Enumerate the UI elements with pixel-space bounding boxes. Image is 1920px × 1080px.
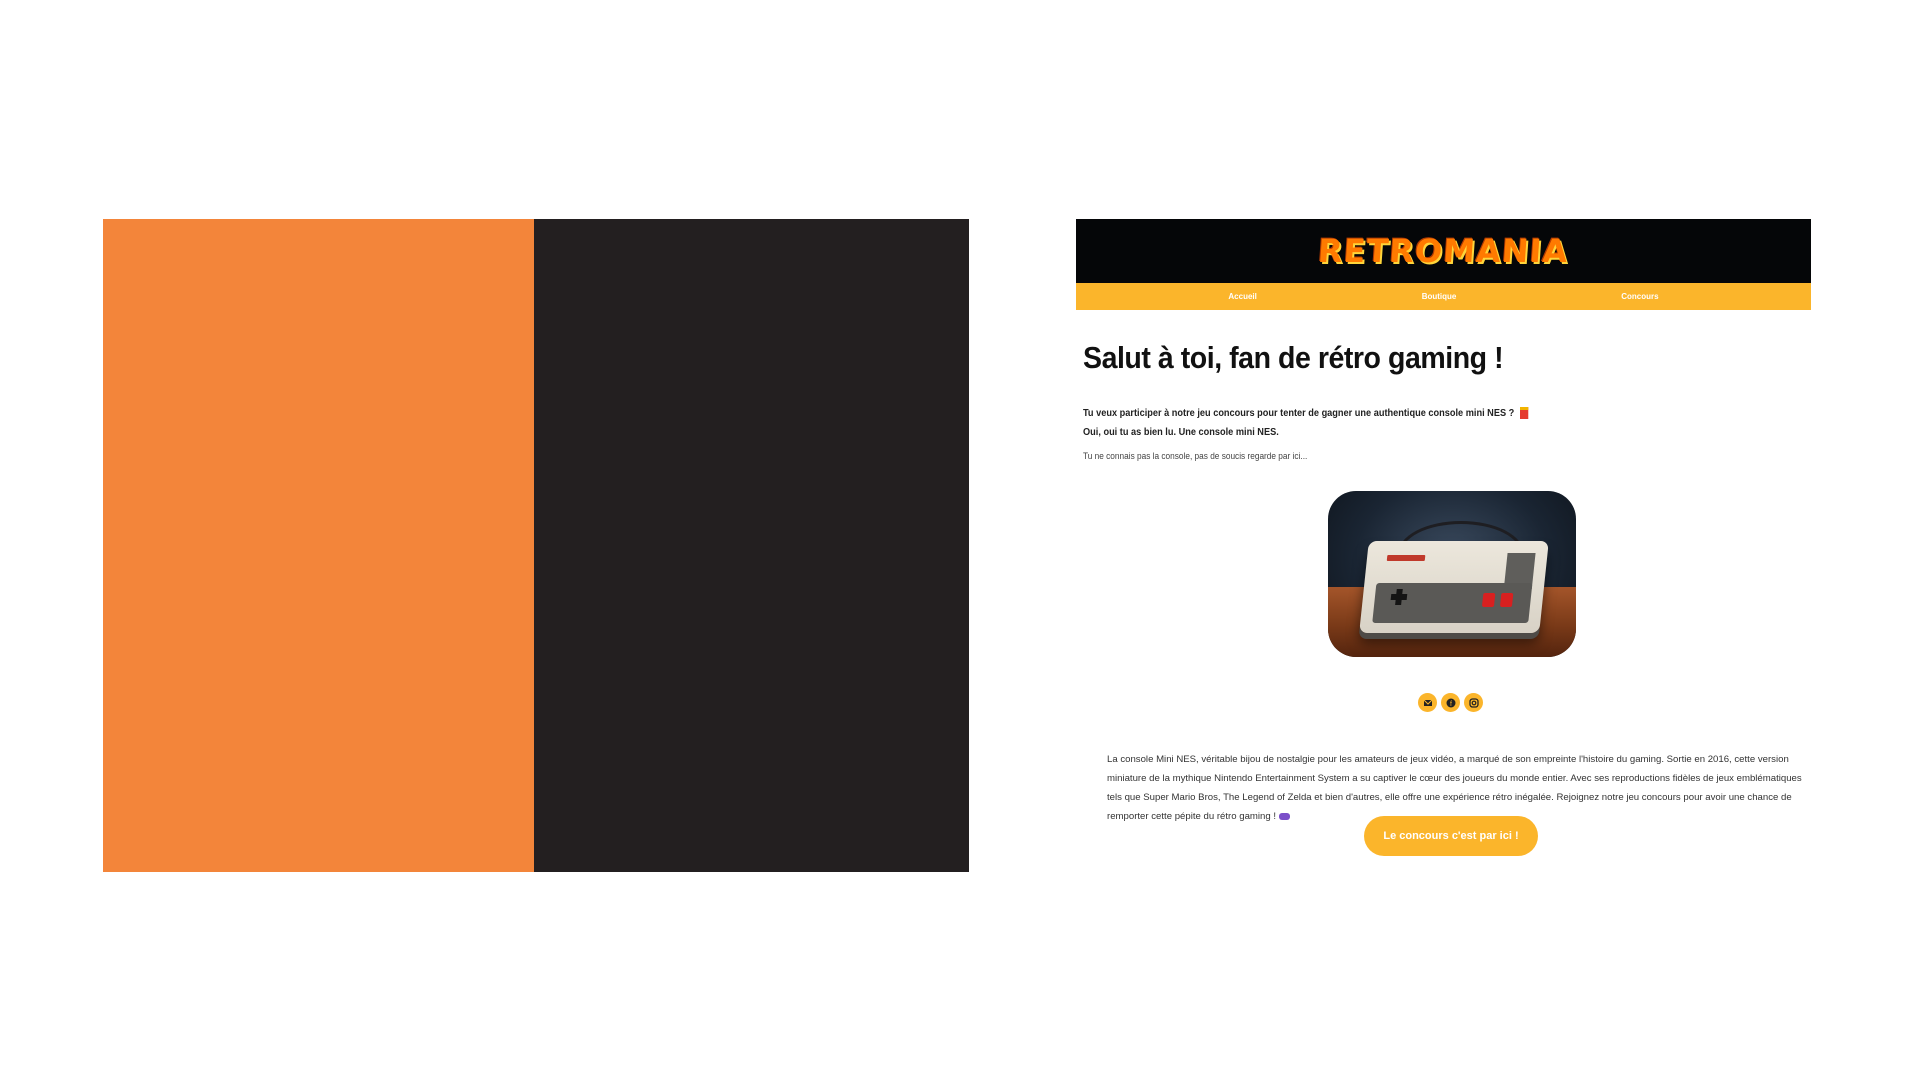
presentation-canvas: RETROMANIA Accueil Boutique Concours Sal… [0, 0, 1920, 1080]
dpad-icon [1390, 589, 1408, 605]
description-text: La console Mini NES, véritable bijou de … [1107, 753, 1802, 822]
site-header: RETROMANIA [1076, 219, 1811, 283]
social-links: f [1418, 693, 1483, 712]
intro-line-1: Tu veux participer à notre jeu concours … [1083, 408, 1515, 419]
orange-color-block [103, 219, 534, 872]
website-mockup: RETROMANIA Accueil Boutique Concours Sal… [1076, 219, 1811, 872]
controller-front [1372, 583, 1533, 623]
console-description: La console Mini NES, véritable bijou de … [1107, 750, 1811, 826]
main-navigation: Accueil Boutique Concours [1076, 283, 1811, 310]
instagram-icon[interactable] [1464, 693, 1483, 712]
a-button [1499, 593, 1514, 607]
svg-text:f: f [1450, 701, 1452, 708]
mini-nes-image [1328, 491, 1576, 657]
page-title: Salut à toi, fan de rétro gaming ! [1083, 340, 1504, 375]
console-brand-mark [1386, 555, 1426, 561]
retromania-logo[interactable]: RETROMANIA [1317, 232, 1570, 270]
dark-color-block [534, 219, 969, 872]
gift-icon [1519, 407, 1529, 420]
contest-cta-button[interactable]: Le concours c'est par ici ! [1364, 816, 1538, 856]
mini-nes-console [1359, 541, 1549, 633]
nav-concours[interactable]: Concours [1621, 292, 1658, 301]
email-icon[interactable] [1418, 693, 1437, 712]
b-button [1481, 593, 1496, 607]
small-note: Tu ne connais pas la console, pas de sou… [1083, 451, 1308, 461]
intro-text: Tu veux participer à notre jeu concours … [1083, 404, 1746, 442]
gamepad-icon [1279, 812, 1291, 820]
nav-accueil[interactable]: Accueil [1228, 292, 1256, 301]
intro-line-2: Oui, oui tu as bien lu. Une console mini… [1083, 427, 1279, 438]
color-split-panel [103, 219, 969, 872]
nav-boutique[interactable]: Boutique [1422, 292, 1457, 301]
facebook-icon[interactable]: f [1441, 693, 1460, 712]
main-content: Salut à toi, fan de rétro gaming ! Tu ve… [1076, 340, 1811, 461]
